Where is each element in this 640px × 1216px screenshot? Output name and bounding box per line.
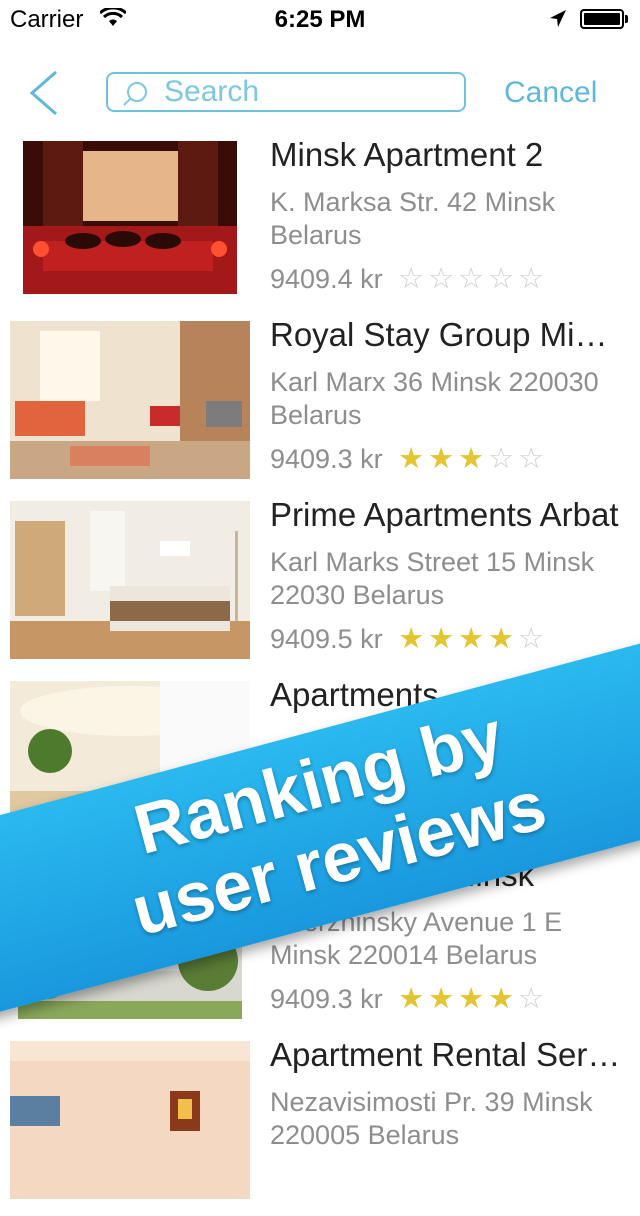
cancel-button[interactable]: Cancel bbox=[504, 76, 597, 110]
battery-tip bbox=[625, 15, 628, 23]
listing-address: Nezavisimosti Pr. 39 Minsk 220005 Belaru… bbox=[270, 1087, 593, 1150]
listing-title: Minsk Apartment 2 bbox=[270, 136, 544, 173]
star-filled-icon: ★ bbox=[458, 983, 489, 1015]
navigation-bar: Cancel bbox=[0, 40, 640, 136]
listing-photo bbox=[23, 141, 237, 294]
listing-photo bbox=[10, 1041, 250, 1199]
rating-stars: ★★★★☆ bbox=[398, 621, 548, 656]
listing-title: Royal Stay Group Minsk Apartments bbox=[270, 316, 625, 353]
star-filled-icon: ★ bbox=[488, 623, 519, 655]
star-filled-icon: ★ bbox=[398, 983, 429, 1015]
star-filled-icon: ★ bbox=[428, 623, 459, 655]
listing-title: Prime Apartments Arbat bbox=[270, 496, 619, 533]
star-filled-icon: ★ bbox=[398, 443, 429, 475]
search-icon bbox=[122, 80, 150, 113]
list-item[interactable]: Prime Apartments Arbat Karl Marks Street… bbox=[0, 496, 640, 676]
star-filled-icon: ★ bbox=[428, 983, 459, 1015]
listing-title: Apartment Rental Service bbox=[270, 1036, 625, 1073]
location-arrow-icon bbox=[548, 8, 568, 35]
listing-price-row: 9409.3 kr ★★★☆☆ bbox=[270, 441, 548, 476]
listing-price-row: 9409.3 kr ★★★★☆ bbox=[270, 981, 548, 1016]
listing-price: 9409.4 kr bbox=[270, 264, 383, 294]
star-filled-icon: ★ bbox=[458, 623, 489, 655]
star-empty-icon: ☆ bbox=[518, 443, 549, 475]
back-chevron-icon[interactable] bbox=[26, 70, 66, 116]
rating-stars: ★★★★☆ bbox=[398, 981, 548, 1016]
search-input[interactable] bbox=[164, 75, 454, 109]
listing-price: 9409.3 kr bbox=[270, 984, 383, 1014]
listing-price-row: 9409.5 kr ★★★★☆ bbox=[270, 621, 548, 656]
star-empty-icon: ☆ bbox=[518, 983, 549, 1015]
listing-photo bbox=[10, 501, 250, 659]
listing-address: K. Marksa Str. 42 Minsk Belarus bbox=[270, 187, 556, 250]
listing-price-row: 9409.4 kr ☆☆☆☆☆ bbox=[270, 261, 548, 296]
star-empty-icon: ☆ bbox=[488, 443, 519, 475]
battery-icon bbox=[580, 9, 624, 29]
list-item[interactable]: Apartment Rental Service Nezavisimosti P… bbox=[0, 1036, 640, 1216]
rating-stars: ★★★☆☆ bbox=[398, 441, 548, 476]
star-filled-icon: ★ bbox=[428, 443, 459, 475]
star-empty-icon: ☆ bbox=[488, 263, 519, 295]
star-empty-icon: ☆ bbox=[518, 623, 549, 655]
status-bar: Carrier 6:25 PM bbox=[0, 0, 640, 40]
star-empty-icon: ☆ bbox=[398, 263, 429, 295]
status-time: 6:25 PM bbox=[274, 6, 366, 33]
star-empty-icon: ☆ bbox=[458, 263, 489, 295]
list-item[interactable]: Minsk Apartment 2 K. Marksa Str. 42 Mins… bbox=[0, 136, 640, 316]
search-field[interactable] bbox=[106, 72, 466, 112]
listing-price: 9409.3 kr bbox=[270, 444, 383, 474]
listing-photo bbox=[10, 321, 250, 479]
star-empty-icon: ☆ bbox=[428, 263, 459, 295]
star-filled-icon: ★ bbox=[398, 623, 429, 655]
listing-price: 9409.5 kr bbox=[270, 624, 383, 654]
listing-address: Karl Marx 36 Minsk 220030 Belarus bbox=[270, 367, 599, 430]
star-filled-icon: ★ bbox=[458, 443, 489, 475]
star-empty-icon: ☆ bbox=[518, 263, 549, 295]
list-item[interactable]: Royal Stay Group Minsk Apartments Karl M… bbox=[0, 316, 640, 496]
star-filled-icon: ★ bbox=[488, 983, 519, 1015]
listing-address: Karl Marks Street 15 Minsk 22030 Belarus bbox=[270, 547, 595, 610]
rating-stars: ☆☆☆☆☆ bbox=[398, 261, 548, 296]
